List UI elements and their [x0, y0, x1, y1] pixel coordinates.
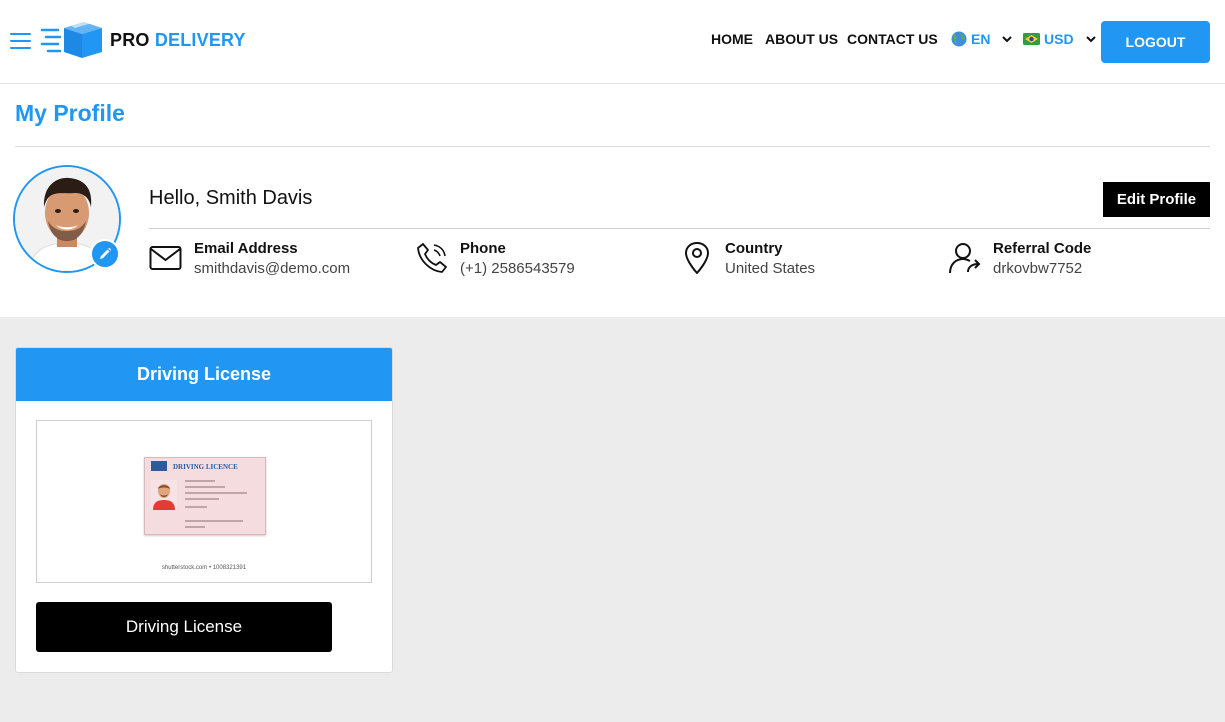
greeting: Hello, Smith Davis [149, 187, 313, 209]
country-label: Country [725, 240, 783, 257]
phone-label: Phone [460, 240, 506, 257]
license-photo [151, 480, 177, 510]
edit-profile-button[interactable]: Edit Profile [1103, 182, 1210, 217]
brand-name: PRO DELIVERY [110, 30, 246, 51]
avatar-edit-button[interactable] [90, 239, 120, 269]
license-document: DRIVING LICENCE [144, 457, 266, 535]
divider [15, 146, 1210, 147]
flag-icon [1023, 33, 1040, 45]
logout-button[interactable]: LOGOUT [1101, 21, 1210, 63]
page-title: My Profile [15, 100, 125, 126]
nav-about-link[interactable]: ABOUT US [765, 31, 838, 47]
info-country: Country United States [680, 240, 815, 280]
email-label: Email Address [194, 240, 298, 257]
driving-license-card: Driving License DRIVING LICENCE shutters… [15, 347, 393, 673]
country-value: United States [725, 260, 816, 277]
language-label: EN [971, 31, 991, 47]
brand-logo[interactable]: PRO DELIVERY [40, 20, 246, 60]
language-selector[interactable]: EN [951, 31, 1014, 47]
location-pin-icon [685, 242, 709, 274]
referral-value: drkovbw7752 [993, 260, 1083, 277]
envelope-icon [149, 246, 182, 270]
nav-contact[interactable]: CONTACT US [847, 31, 938, 47]
phone-icon [417, 243, 447, 273]
license-caption: shutterstock.com • 1008321391 [161, 565, 247, 571]
nav-contact-link[interactable]: CONTACT US [847, 31, 938, 47]
email-value: smithdavis@demo.com [194, 260, 351, 277]
box-icon [40, 20, 102, 58]
nav-about[interactable]: ABOUT US [765, 31, 838, 47]
nav-home-link[interactable]: HOME [711, 31, 753, 47]
brand-delivery: DELIVERY [154, 29, 246, 50]
card-title: Driving License [16, 348, 392, 401]
nav-home[interactable]: HOME [711, 31, 753, 47]
brand-pro: PRO [110, 29, 150, 50]
top-header: PRO DELIVERY HOME ABOUT US CONTACT US EN… [0, 0, 1225, 84]
divider [149, 228, 1210, 229]
info-phone: Phone (+1) 2586543579 [415, 240, 575, 280]
phone-value: (+1) 2586543579 [460, 260, 575, 277]
info-referral: Referral Code drkovbw7752 [948, 240, 1091, 280]
currency-selector[interactable]: USD [1023, 31, 1098, 47]
driving-license-button[interactable]: Driving License [36, 602, 332, 652]
globe-icon [951, 31, 967, 47]
currency-label: USD [1044, 31, 1074, 47]
info-email: Email Address smithdavis@demo.com [149, 240, 350, 280]
license-image[interactable]: DRIVING LICENCE shutterstock.com • 10083… [36, 420, 372, 583]
menu-icon[interactable] [10, 33, 31, 49]
person-icon [153, 484, 175, 510]
pencil-icon [100, 247, 112, 259]
chevron-down-icon [1002, 36, 1013, 43]
user-share-icon [949, 243, 981, 274]
chevron-down-icon [1085, 36, 1096, 43]
referral-label: Referral Code [993, 240, 1092, 257]
license-heading: DRIVING LICENCE [173, 463, 238, 471]
license-flag [151, 461, 167, 471]
